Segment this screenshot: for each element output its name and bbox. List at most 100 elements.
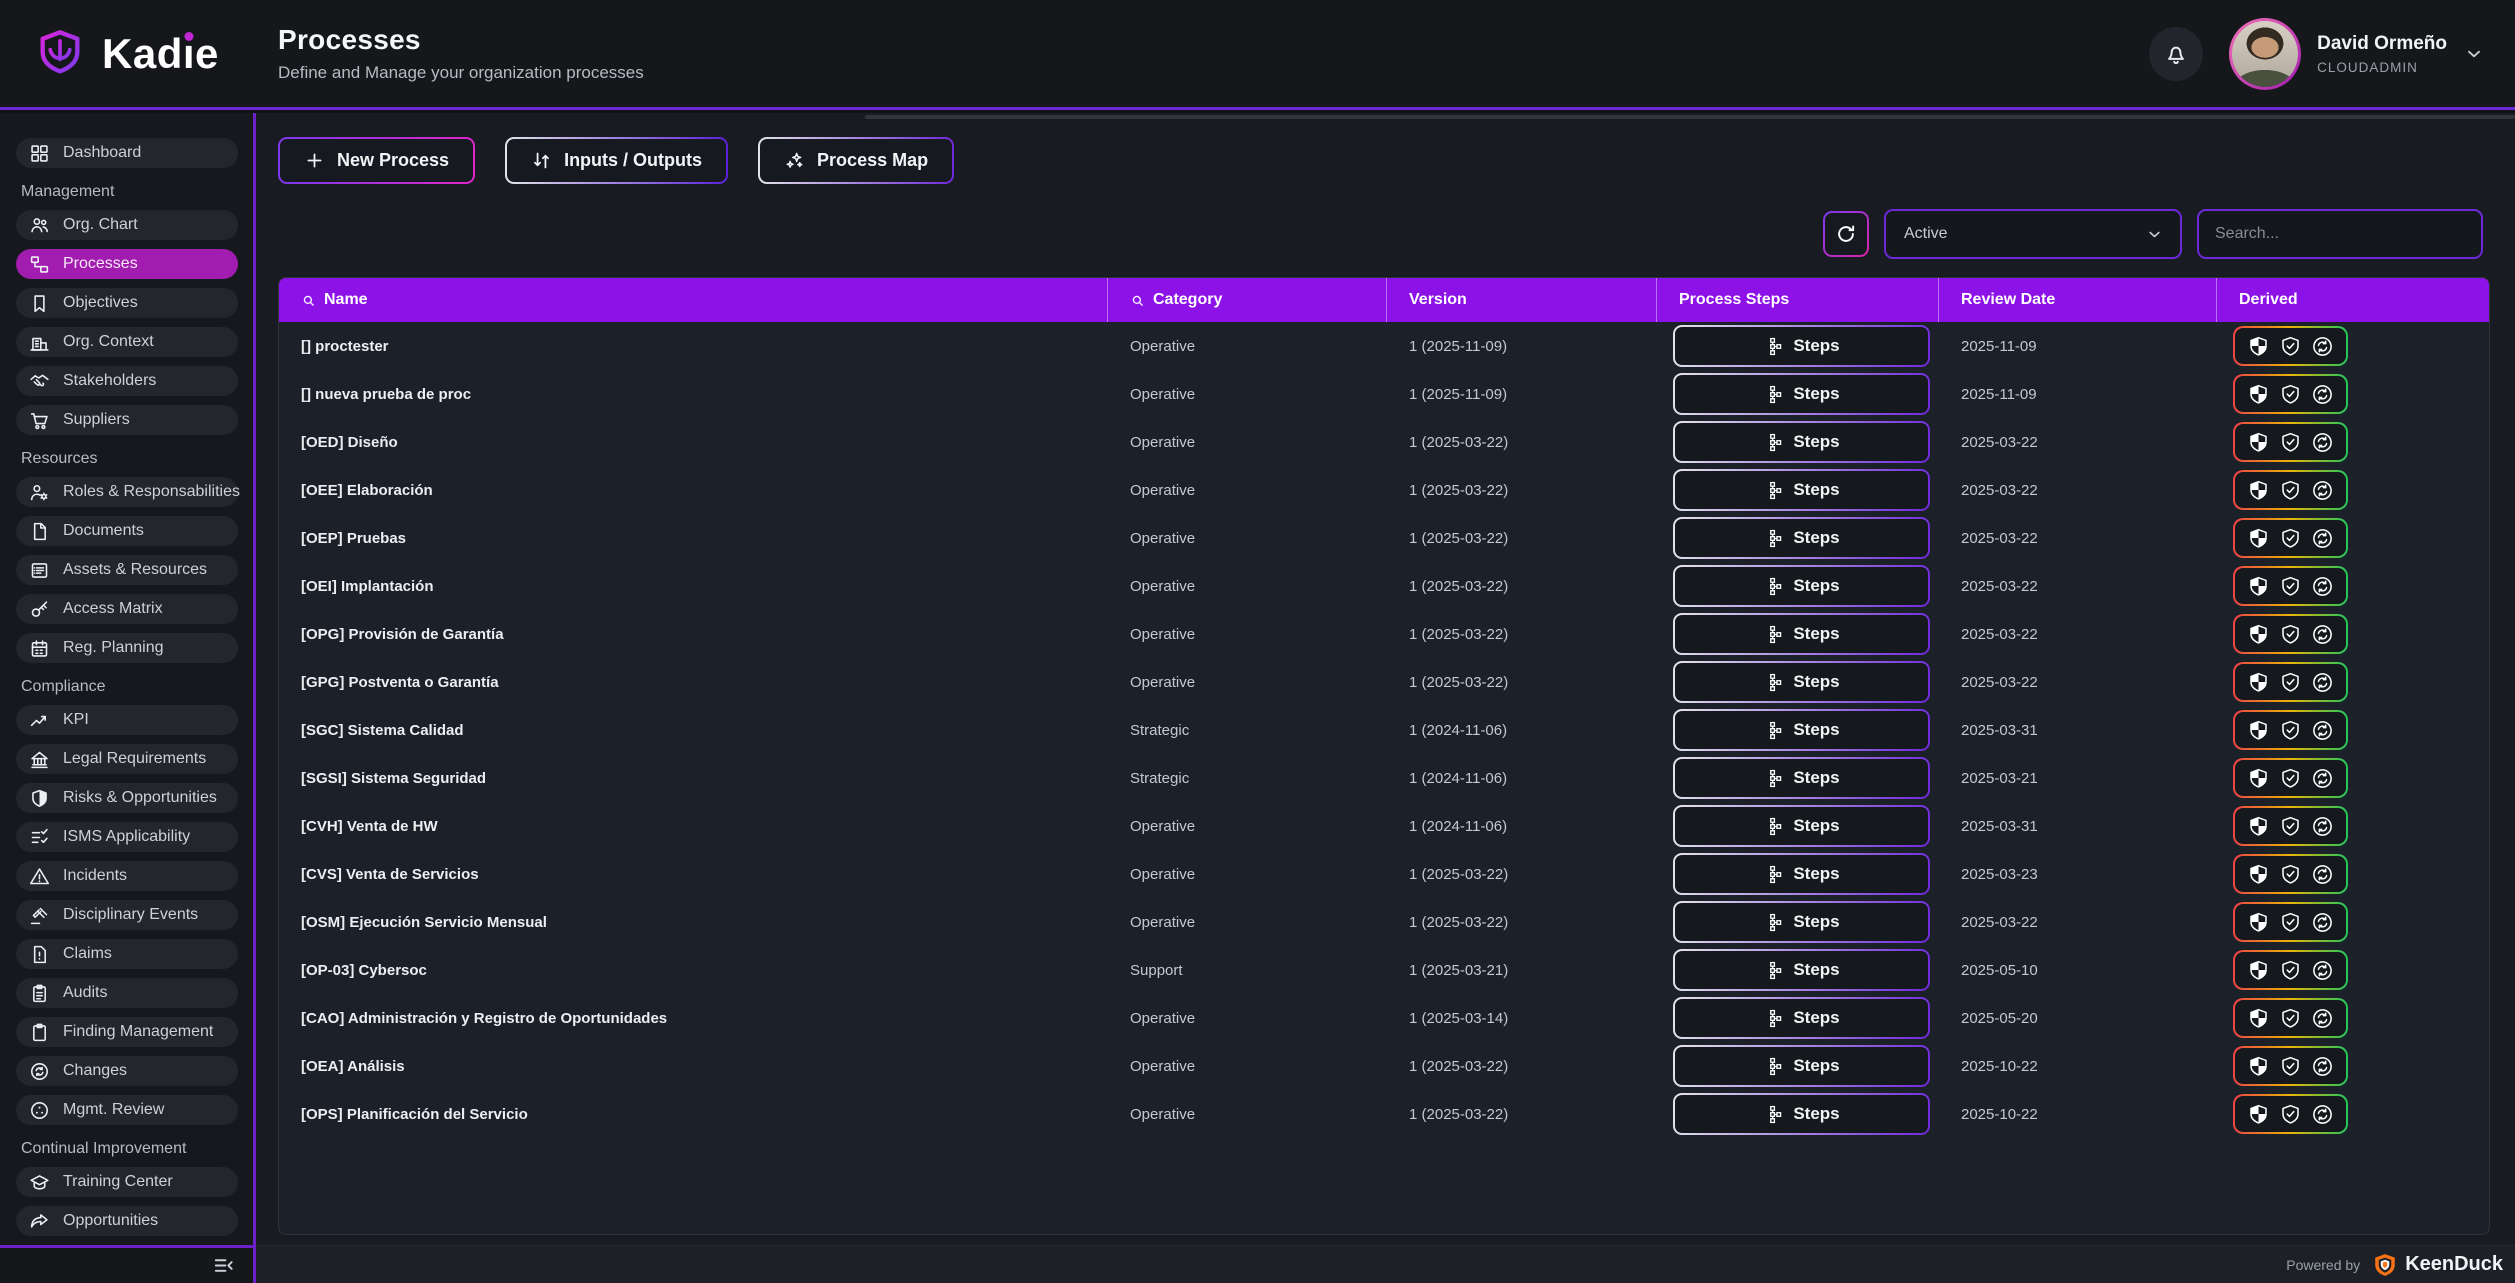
main-footer: Powered by KeenDuck [256,1245,2515,1283]
sidebar-item-mgmt-review[interactable]: Mgmt. Review [16,1095,238,1125]
inputs-outputs-button[interactable]: Inputs / Outputs [505,137,728,184]
steps-button[interactable]: Steps [1673,901,1930,943]
steps-button[interactable]: Steps [1673,949,1930,991]
chevron-down-icon[interactable] [2463,43,2485,65]
cell-name: [OPG] Provisión de Garantía [279,626,1108,643]
steps-button[interactable]: Steps [1673,805,1930,847]
derived-badges[interactable] [2233,902,2348,942]
steps-button[interactable]: Steps [1673,709,1930,751]
steps-button[interactable]: Steps [1673,325,1930,367]
sidebar-item-dashboard[interactable]: Dashboard [16,138,238,168]
table-row[interactable]: [SGSI] Sistema Seguridad Strategic 1 (20… [279,754,2489,802]
refresh-button[interactable] [1823,211,1869,257]
table-row[interactable]: [SGC] Sistema Calidad Strategic 1 (2024-… [279,706,2489,754]
sidebar-item-assets-resources[interactable]: Assets & Resources [16,555,238,585]
table-row[interactable]: [OED] Diseño Operative 1 (2025-03-22) St… [279,418,2489,466]
derived-badges[interactable] [2233,518,2348,558]
table-row[interactable]: [CAO] Administración y Registro de Oport… [279,994,2489,1042]
derived-badges[interactable] [2233,1046,2348,1086]
process-map-button[interactable]: Process Map [758,137,954,184]
sidebar-item-legal-requirements[interactable]: Legal Requirements [16,744,238,774]
sidebar-item-org-chart[interactable]: Org. Chart [16,210,238,240]
sidebar-item-processes[interactable]: Processes [16,249,238,279]
sidebar-item-claims[interactable]: Claims [16,939,238,969]
sidebar-item-access-matrix[interactable]: Access Matrix [16,594,238,624]
sidebar-item-risks-opportunities[interactable]: Risks & Opportunities [16,783,238,813]
incidents-icon [29,866,50,887]
column-header-name[interactable]: Name [279,278,1108,322]
derived-badges[interactable] [2233,566,2348,606]
steps-button[interactable]: Steps [1673,853,1930,895]
sidebar-item-org-context[interactable]: Org. Context [16,327,238,357]
steps-button[interactable]: Steps [1673,565,1930,607]
derived-badges[interactable] [2233,614,2348,654]
sidebar-item-stakeholders[interactable]: Stakeholders [16,366,238,396]
table-row[interactable]: [OEI] Implantación Operative 1 (2025-03-… [279,562,2489,610]
sidebar-item-documents[interactable]: Documents [16,516,238,546]
derived-badges[interactable] [2233,806,2348,846]
derived-badges[interactable] [2233,1094,2348,1134]
dashboard-icon [29,143,50,164]
table-row[interactable]: [] nueva prueba de proc Operative 1 (202… [279,370,2489,418]
table-row[interactable]: [OEP] Pruebas Operative 1 (2025-03-22) S… [279,514,2489,562]
steps-button[interactable]: Steps [1673,373,1930,415]
steps-button[interactable]: Steps [1673,1093,1930,1135]
derived-badges[interactable] [2233,854,2348,894]
steps-button[interactable]: Steps [1673,613,1930,655]
table-row[interactable]: [] proctester Operative 1 (2025-11-09) S… [279,322,2489,370]
steps-button[interactable]: Steps [1673,469,1930,511]
table-row[interactable]: [CVH] Venta de HW Operative 1 (2024-11-0… [279,802,2489,850]
table-row[interactable]: [OPS] Planificación del Servicio Operati… [279,1090,2489,1138]
sidebar-item-incidents[interactable]: Incidents [16,861,238,891]
column-header-version[interactable]: Version [1387,278,1657,322]
sidebar-item-isms-applicability[interactable]: ISMS Applicability [16,822,238,852]
new-process-button[interactable]: New Process [278,137,475,184]
sidebar-item-finding-management[interactable]: Finding Management [16,1017,238,1047]
table-row[interactable]: [GPG] Postventa o Garantía Operative 1 (… [279,658,2489,706]
table-row[interactable]: [OP-03] Cybersoc Support 1 (2025-03-21) … [279,946,2489,994]
user-avatar[interactable] [2229,18,2301,90]
sidebar-item-kpi[interactable]: KPI [16,705,238,735]
steps-button[interactable]: Steps [1673,757,1930,799]
table-row[interactable]: [OSM] Ejecución Servicio Mensual Operati… [279,898,2489,946]
derived-badges[interactable] [2233,470,2348,510]
search-input[interactable] [2215,225,2465,243]
sidebar-item-objectives[interactable]: Objectives [16,288,238,318]
steps-button[interactable]: Steps [1673,661,1930,703]
table-row[interactable]: [OEE] Elaboración Operative 1 (2025-03-2… [279,466,2489,514]
derived-badges[interactable] [2233,710,2348,750]
workflow-icon [1763,1009,1782,1028]
derived-badges[interactable] [2233,422,2348,462]
column-header-category[interactable]: Category [1108,278,1387,322]
table-row[interactable]: [CVS] Venta de Servicios Operative 1 (20… [279,850,2489,898]
sidebar-item-roles-responsabilities[interactable]: Roles & Responsabilities [16,477,238,507]
horizontal-scrollbar[interactable] [865,115,2515,119]
derived-badges[interactable] [2233,326,2348,366]
steps-button[interactable]: Steps [1673,997,1930,1039]
steps-button[interactable]: Steps [1673,1045,1930,1087]
derived-badges[interactable] [2233,662,2348,702]
cell-version: 1 (2025-03-14) [1387,1010,1657,1027]
table-row[interactable]: [OEA] Análisis Operative 1 (2025-03-22) … [279,1042,2489,1090]
column-header-review-date[interactable]: Review Date [1939,278,2217,322]
sidebar-item-suppliers[interactable]: Suppliers [16,405,238,435]
app-logo[interactable]: Kadıe [0,28,253,80]
table-row[interactable]: [OPG] Provisión de Garantía Operative 1 … [279,610,2489,658]
steps-button[interactable]: Steps [1673,517,1930,559]
column-header-process-steps[interactable]: Process Steps [1657,278,1939,322]
derived-badges[interactable] [2233,950,2348,990]
steps-button[interactable]: Steps [1673,421,1930,463]
sidebar-item-training-center[interactable]: Training Center [16,1167,238,1197]
derived-badges[interactable] [2233,998,2348,1038]
sidebar-item-opportunities[interactable]: Opportunities [16,1206,238,1236]
column-header-derived[interactable]: Derived [2217,278,2489,322]
sidebar-item-reg-planning[interactable]: Reg. Planning [16,633,238,663]
sidebar-item-disciplinary-events[interactable]: Disciplinary Events [16,900,238,930]
notifications-button[interactable] [2149,27,2203,81]
derived-badges[interactable] [2233,758,2348,798]
sidebar-item-changes[interactable]: Changes [16,1056,238,1086]
derived-badges[interactable] [2233,374,2348,414]
sidebar-item-audits[interactable]: Audits [16,978,238,1008]
status-filter-select[interactable]: Active [1884,209,2182,259]
sidebar-collapse-icon[interactable] [212,1254,235,1277]
